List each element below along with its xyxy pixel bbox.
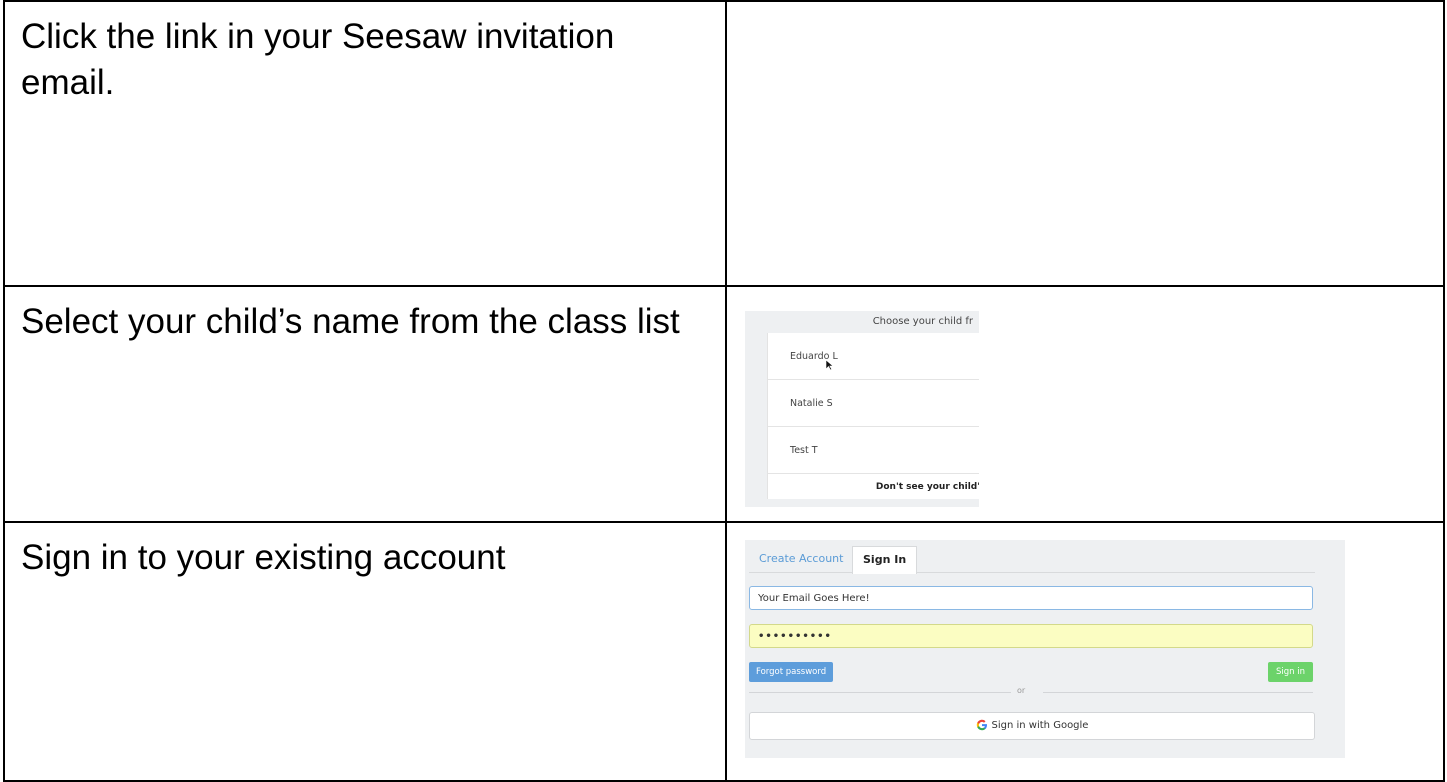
sign-in-button[interactable]: Sign in <box>1268 662 1313 682</box>
password-field[interactable]: •••••••••• <box>749 624 1313 648</box>
step-text-3: Sign in to your existing account <box>21 538 506 577</box>
table-row: Select your child’s name from the class … <box>3 285 1445 523</box>
step-cell: Click the link in your Seesaw invitation… <box>3 0 727 287</box>
table-row: Click the link in your Seesaw invitation… <box>3 0 1445 287</box>
class-list-card: Eduardo L Natalie S Test T Don't see you… <box>767 333 979 499</box>
or-label: or <box>1017 686 1026 695</box>
google-sign-in-button[interactable]: Sign in with Google <box>749 712 1315 740</box>
class-list-screenshot: Choose your child fr Eduardo L Natalie S… <box>745 311 979 507</box>
divider <box>1043 692 1313 693</box>
image-cell: Create Account Sign In Your Email Goes H… <box>725 521 1445 782</box>
student-name: Test T <box>790 445 818 456</box>
student-row-eduardo[interactable]: Eduardo L <box>768 333 979 380</box>
class-list-heading: Choose your child fr <box>872 316 973 327</box>
table-row: Sign in to your existing account Create … <box>3 521 1445 782</box>
image-cell-empty <box>725 0 1445 287</box>
step-cell: Sign in to your existing account <box>3 521 727 782</box>
auth-tabs: Create Account Sign In <box>749 546 1315 574</box>
instructions-table: Click the link in your Seesaw invitation… <box>3 0 1445 782</box>
step-text-1: Click the link in your Seesaw invitation… <box>21 17 615 102</box>
sign-in-screenshot: Create Account Sign In Your Email Goes H… <box>745 540 1345 758</box>
student-row-test[interactable]: Test T <box>768 427 979 474</box>
student-row-natalie[interactable]: Natalie S <box>768 380 979 427</box>
student-name: Natalie S <box>790 398 833 409</box>
tab-create-account[interactable]: Create Account <box>749 546 853 572</box>
step-text-2: Select your child’s name from the class … <box>21 302 680 341</box>
forgot-password-button[interactable]: Forgot password <box>749 662 834 682</box>
google-button-label: Sign in with Google <box>991 720 1089 731</box>
google-icon <box>976 719 987 731</box>
missing-child-link[interactable]: Don't see your child' <box>768 474 979 500</box>
tab-sign-in[interactable]: Sign In <box>852 546 918 574</box>
email-field[interactable]: Your Email Goes Here! <box>749 586 1313 610</box>
divider <box>749 692 1011 693</box>
cursor-icon <box>826 360 834 370</box>
step-cell: Select your child’s name from the class … <box>3 285 727 523</box>
image-cell: Choose your child fr Eduardo L Natalie S… <box>725 285 1445 523</box>
